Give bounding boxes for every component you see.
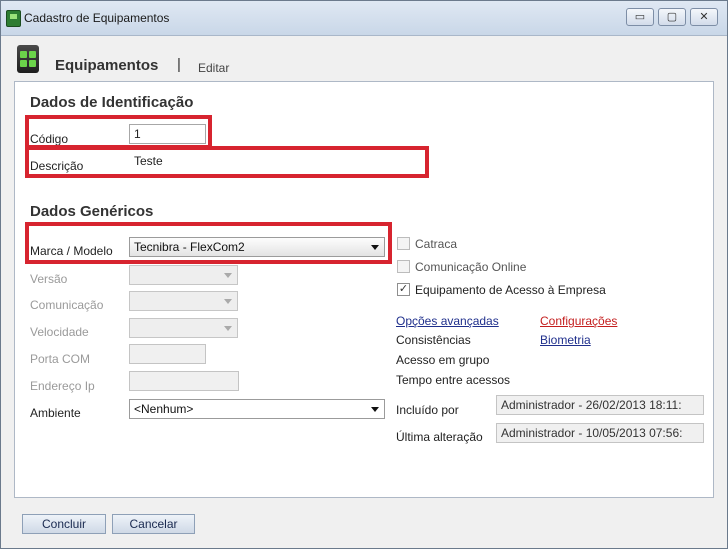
acesso-empresa-label: Equipamento de Acesso à Empresa: [415, 283, 606, 297]
comunicacao-online-checkbox[interactable]: [397, 260, 410, 273]
comunicacao-online-label: Comunicação Online: [415, 260, 527, 274]
page-mode: Editar: [198, 61, 230, 75]
velocidade-label: Velocidade: [30, 325, 89, 339]
close-button[interactable]: ✕: [690, 8, 718, 26]
endereco-ip-input[interactable]: [129, 371, 239, 391]
module-header: Equipamentos | Editar: [1, 36, 727, 81]
biometria-link[interactable]: Biometria: [540, 333, 591, 347]
minimize-icon: ▭: [634, 11, 646, 23]
incluido-por-label: Incluído por: [396, 403, 459, 417]
equipment-icon: [17, 45, 39, 73]
ultima-alteracao-value: Administrador - 10/05/2013 07:56:: [496, 423, 704, 443]
consistencias-label[interactable]: Consistências: [396, 333, 471, 347]
generic-section-title: Dados Genéricos: [30, 203, 154, 220]
velocidade-select[interactable]: [129, 318, 238, 338]
title-bar[interactable]: Cadastro de Equipamentos ▭ ▢ ✕: [1, 1, 727, 36]
chevron-down-icon: [224, 326, 232, 331]
comunicacao-label: Comunicação: [30, 298, 104, 312]
marca-highlight: [25, 222, 392, 264]
versao-label: Versão: [30, 272, 68, 286]
codigo-highlight: [25, 115, 212, 149]
check-icon: ✓: [398, 283, 409, 295]
ambiente-label: Ambiente: [30, 406, 81, 420]
equipment-window: Cadastro de Equipamentos ▭ ▢ ✕ Equipamen…: [0, 0, 728, 549]
minimize-button[interactable]: ▭: [626, 8, 654, 26]
tempo-acessos-label[interactable]: Tempo entre acessos: [396, 373, 510, 387]
catraca-label: Catraca: [415, 237, 458, 251]
chevron-down-icon: [371, 407, 379, 412]
configuracoes-link[interactable]: Configurações: [540, 314, 617, 328]
concluir-button[interactable]: Concluir: [22, 514, 106, 534]
maximize-button[interactable]: ▢: [658, 8, 686, 26]
close-icon: ✕: [699, 11, 709, 23]
descricao-highlight: [25, 146, 429, 178]
catraca-checkbox[interactable]: [397, 237, 410, 250]
chevron-down-icon: [224, 273, 232, 278]
acesso-grupo-label[interactable]: Acesso em grupo: [396, 353, 489, 367]
chevron-down-icon: [224, 299, 232, 304]
window-title: Cadastro de Equipamentos: [24, 11, 170, 25]
maximize-icon: ▢: [666, 11, 678, 23]
versao-select[interactable]: [129, 265, 238, 285]
form-panel: Dados de Identificação Código 1 Descriçã…: [14, 81, 714, 498]
endereco-ip-label: Endereço Ip: [30, 379, 95, 393]
acesso-empresa-checkbox[interactable]: ✓: [397, 283, 410, 296]
ambiente-select[interactable]: <Nenhum>: [129, 399, 385, 419]
ambiente-value: <Nenhum>: [134, 402, 194, 416]
porta-com-input[interactable]: [129, 344, 206, 364]
cancelar-button[interactable]: Cancelar: [112, 514, 195, 534]
opcoes-avancadas-link[interactable]: Opções avançadas: [396, 314, 499, 328]
page-title: Equipamentos: [55, 57, 159, 74]
ultima-alteracao-label: Última alteração: [396, 430, 483, 444]
identification-section-title: Dados de Identificação: [30, 94, 194, 111]
comunicacao-select[interactable]: [129, 291, 238, 311]
incluido-por-value: Administrador - 26/02/2013 18:11:: [496, 395, 704, 415]
title-separator: |: [177, 56, 181, 73]
app-icon: [6, 10, 21, 27]
porta-com-label: Porta COM: [30, 352, 91, 366]
